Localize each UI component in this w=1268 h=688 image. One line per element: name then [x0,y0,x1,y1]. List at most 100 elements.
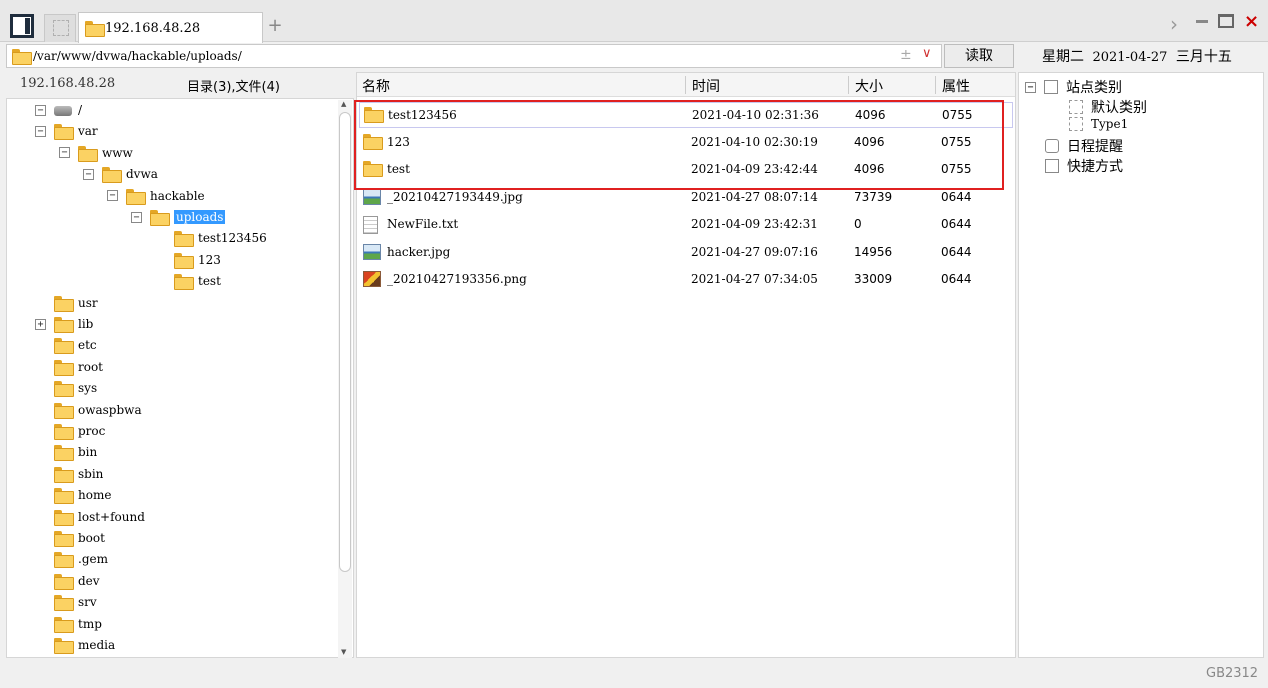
file-list: 名称 时间 大小 属性 test123456 2021-04-10 02:31:3… [356,72,1016,658]
header-time[interactable]: 时间 [687,76,720,95]
header-size[interactable]: 大小 [850,76,883,95]
tree-item-label: bin [78,445,98,460]
scroll-up-icon[interactable]: ▲ [341,100,346,108]
tree-item[interactable]: test123456 [155,228,267,248]
collapse-icon[interactable]: − [35,125,46,137]
file-name: test123456 [388,108,457,122]
type1-node[interactable]: Type1 [1069,117,1128,131]
minimize-button[interactable] [1196,20,1208,23]
read-button[interactable]: 读取 [944,44,1014,68]
tree-item-label: dvwa [126,167,158,182]
folder-icon [12,49,32,65]
tree-item[interactable]: root [35,357,103,377]
tree-item-label: tmp [78,616,102,631]
plus-minus-icon[interactable]: ± [900,47,912,63]
tree-item[interactable]: + lib [35,314,93,334]
tree-item[interactable]: proc [35,421,105,441]
default-category-label: 默认类别 [1091,100,1147,116]
collapse-icon[interactable]: − [107,190,118,202]
folder-icon [54,616,74,633]
tree-item[interactable]: − var [35,121,98,141]
tree-item[interactable]: home [35,485,111,505]
folder-icon [126,188,146,205]
tree-item[interactable]: boot [35,528,105,548]
expand-icon[interactable]: + [35,318,46,330]
file-name: test [387,162,410,176]
file-time: 2021-04-09 23:42:44 [691,162,818,176]
default-category-node[interactable]: 默认类别 [1069,97,1147,117]
image-file-icon [363,188,381,205]
file-perm: 0644 [941,189,972,204]
dir-file-count: 目录(3),文件(4) [187,80,280,95]
scrollbar-thumb[interactable] [339,112,351,572]
tree-item-label: dev [78,573,100,588]
tree-item[interactable]: media [35,635,115,655]
tree-item[interactable]: usr [35,293,98,313]
file-row[interactable]: _20210427193356.png 2021-04-27 07:34:05 33… [359,267,1013,293]
folder-icon [85,21,105,37]
app-menu-icon[interactable] [10,14,34,38]
tree-item[interactable]: srv [35,592,97,612]
path-input[interactable] [33,47,893,65]
file-row[interactable]: _20210427193449.jpg 2021-04-27 08:07:14 73… [359,185,1013,211]
collapse-icon[interactable]: − [59,147,70,159]
tree-item[interactable]: dev [35,571,100,591]
tree-item-label: test123456 [198,231,267,246]
directory-tree[interactable]: − / − var − www − dvwa − hackable − uploads test1234… [6,98,354,658]
tree-item[interactable]: owaspbwa [35,400,142,420]
header-perm[interactable]: 属性 [937,76,970,95]
close-button[interactable]: × [1244,11,1259,32]
tree-item[interactable]: − hackable [107,186,205,206]
tree-item[interactable]: .gem [35,549,108,569]
text-file-icon [363,216,378,234]
collapse-icon[interactable]: − [35,104,46,116]
collapse-icon[interactable]: − [131,211,142,223]
file-perm: 0644 [941,217,972,231]
add-tab-button[interactable]: + [267,16,283,36]
file-name: 123 [387,134,410,149]
schedule-label: 日程提醒 [1067,139,1123,155]
tree-item[interactable]: 123 [155,250,221,270]
shortcuts-node[interactable]: 快捷方式 [1045,156,1123,176]
tree-item[interactable]: etc [35,335,97,355]
folder-icon [54,402,74,419]
header-name[interactable]: 名称 [357,76,390,95]
tree-scrollbar[interactable]: ▲ ▼ [338,100,352,658]
file-size: 0 [854,217,862,231]
schedule-node[interactable]: 日程提醒 [1045,136,1123,156]
collapse-icon[interactable]: − [83,168,94,180]
tree-item[interactable]: tmp [35,614,102,634]
file-row[interactable]: NewFile.txt 2021-04-09 23:42:31 0 0644 [359,212,1013,238]
tree-item-label: home [78,488,112,503]
file-row[interactable]: hacker.jpg 2021-04-27 09:07:16 14956 0644 [359,240,1013,266]
tree-item-label: sbin [78,466,104,481]
folder-icon [54,638,74,654]
site-category-node[interactable]: − 站点类别 [1025,77,1122,97]
tree-item[interactable]: − www [59,143,133,163]
file-row[interactable]: test123456 2021-04-10 02:31:36 4096 0755 [359,102,1013,128]
tree-item[interactable]: − uploads [131,207,226,227]
folder-icon [102,167,122,184]
tree-item[interactable]: bin [35,442,97,462]
tree-item-label: lib [78,317,94,331]
tree-item-label: var [78,124,98,139]
file-row[interactable]: test 2021-04-09 23:42:44 4096 0755 [359,157,1013,183]
maximize-button[interactable] [1218,14,1234,28]
collapse-icon[interactable]: − [1025,81,1036,93]
tab-host[interactable]: 192.168.48.28 [78,12,263,43]
chevron-down-icon[interactable]: ∨ [922,46,932,61]
tree-item[interactable]: sbin [35,464,103,484]
encoding-label[interactable]: GB2312 [1206,666,1258,681]
folder-icon [150,210,170,226]
file-row[interactable]: 123 2021-04-10 02:30:19 4096 0755 [359,130,1013,156]
file-time: 2021-04-09 23:42:31 [691,217,818,231]
scroll-down-icon[interactable]: ▼ [341,648,346,656]
tab-blank[interactable] [44,14,76,42]
tree-item[interactable]: sys [35,378,97,398]
tree-item[interactable]: − dvwa [83,164,158,184]
tree-item[interactable]: lost+found [35,507,145,527]
weekday: 星期二 [1042,49,1084,65]
tree-item[interactable]: test [155,271,221,291]
tree-item[interactable]: − / [35,100,82,120]
next-tab-icon[interactable]: › [1170,12,1178,36]
